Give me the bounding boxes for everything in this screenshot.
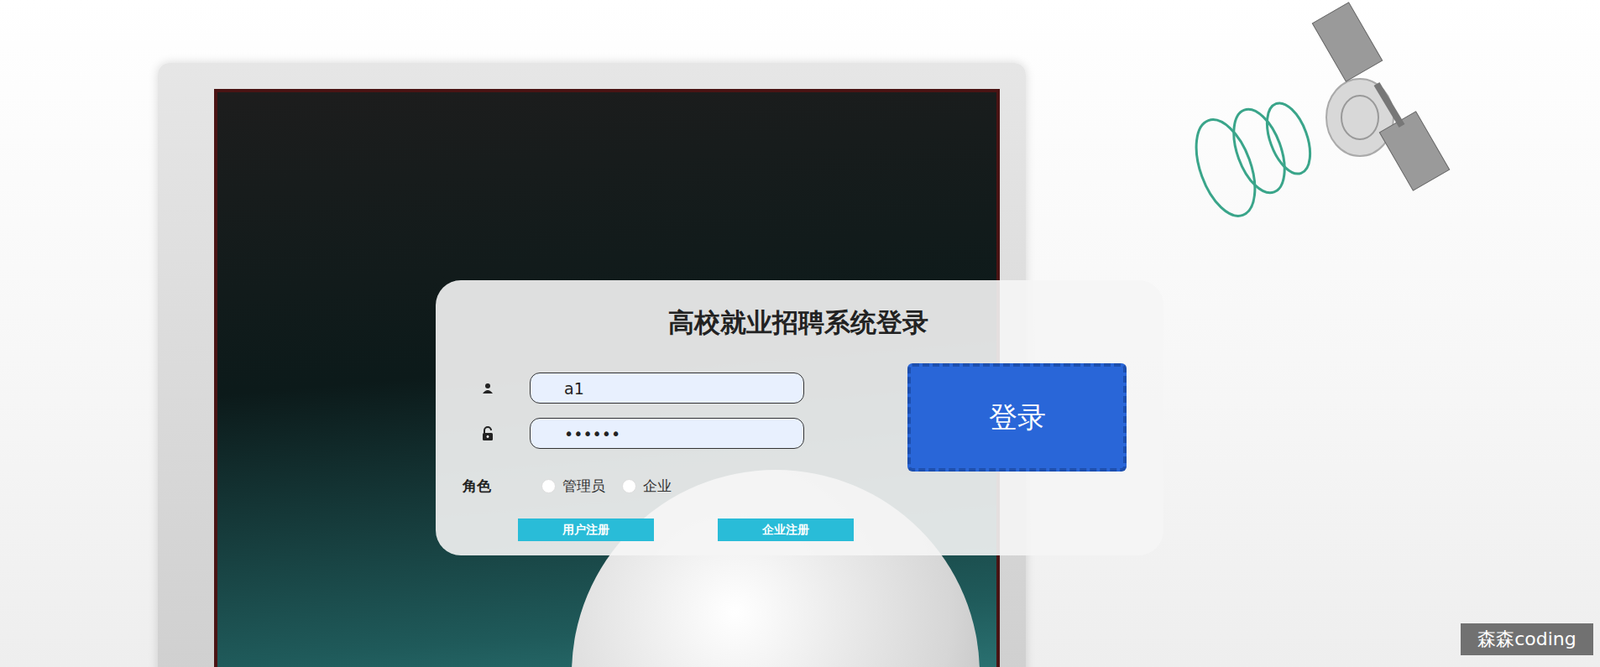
register-row: 用户注册 企业注册 bbox=[517, 518, 854, 542]
satellite-icon bbox=[1099, 0, 1453, 252]
field-row: a1 bbox=[469, 372, 854, 404]
watermark: 森森coding bbox=[1460, 623, 1594, 656]
role-radio[interactable]: 企业 bbox=[622, 476, 672, 497]
field-row: •••••• bbox=[469, 418, 854, 450]
radio-circle[interactable] bbox=[541, 479, 556, 494]
login-form: a1 •••••• 角色管理员企业用户注册 企业注册 bbox=[469, 372, 854, 542]
password-input[interactable]: •••••• bbox=[529, 418, 805, 450]
role-radio[interactable]: 管理员 bbox=[541, 476, 606, 497]
role-label: 角色 bbox=[462, 476, 542, 497]
username-input[interactable]: a1 bbox=[529, 372, 805, 404]
lock-icon bbox=[481, 426, 494, 442]
login-button[interactable]: 登录 bbox=[907, 363, 1127, 472]
register-button[interactable]: 企业注册 bbox=[717, 518, 854, 542]
role-row: 角色管理员企业 bbox=[469, 473, 854, 499]
login-title: 高校就业招聘系统登录 bbox=[469, 305, 1127, 340]
login-page: 高校就业招聘系统登录 a1 •••••• 角色管理员企业用户注册 企业注册 登录森森cod… bbox=[0, 0, 1600, 667]
user-icon bbox=[481, 382, 494, 395]
register-button[interactable]: 用户注册 bbox=[517, 518, 654, 542]
radio-circle[interactable] bbox=[622, 479, 637, 494]
login-card: 高校就业招聘系统登录 a1 •••••• 角色管理员企业用户注册 企业注册 登录 bbox=[435, 280, 1164, 556]
